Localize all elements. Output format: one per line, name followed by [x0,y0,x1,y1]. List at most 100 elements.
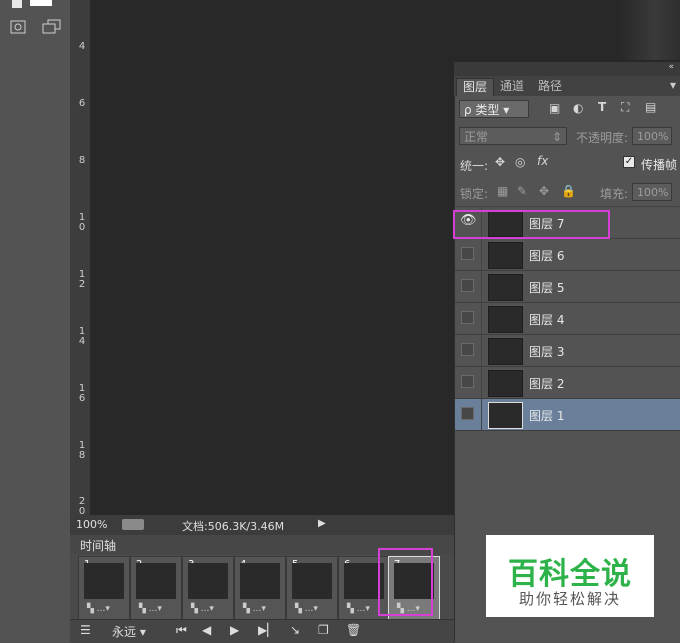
layer-name[interactable]: 图层 2 [529,375,564,392]
visibility-toggle[interactable] [461,279,474,292]
type-filter-icon[interactable]: T [598,100,606,114]
visibility-toggle[interactable] [461,343,474,356]
duplicate-frame-icon[interactable]: ❐ [318,623,329,637]
timeline-frame[interactable]: 5 ▚ ...▾ [286,556,338,620]
first-frame-icon[interactable]: ⏮ [176,623,187,638]
frame-delay[interactable]: ▚ ...▾ [243,604,266,614]
visibility-toggle[interactable] [461,407,474,420]
frame-delay[interactable]: ▚ ...▾ [87,604,110,614]
timeline-frame[interactable]: 3 ▚ ...▾ [182,556,234,620]
frame-delay[interactable]: ▚ ...▾ [347,604,370,614]
layer-divider [481,399,482,430]
layer-name[interactable]: 图层 5 [529,279,564,296]
visibility-toggle[interactable] [461,375,474,388]
frame-thumbnail [240,563,280,599]
layer-filter-row: ρ 类型 ▾ ▣ ◐ T ⛶ ▤ [455,96,680,125]
propagate-checkbox[interactable]: ✓ [623,156,635,168]
shape-filter-icon[interactable]: ⛶ [621,100,629,115]
fill-input[interactable]: 100% [632,183,672,201]
pixel-filter-icon[interactable]: ▣ [549,101,560,115]
foreground-color-swatch[interactable] [12,0,22,8]
frame-delay[interactable]: ▚ ...▾ [295,604,318,614]
previous-frame-icon[interactable]: ◀ [202,623,211,637]
tab-paths[interactable]: 路径 [532,78,568,95]
unify-position-icon[interactable]: ✥ [495,155,505,169]
panel-menu-icon[interactable]: ▾ [670,78,676,92]
play-icon[interactable]: ▶ [230,623,239,637]
fill-label: 填充: [600,187,629,201]
timeline-frame[interactable]: 1 ▚ ...▾ [78,556,130,620]
opacity-input[interactable]: 100% [632,127,672,145]
lock-image-icon[interactable]: ✎ [517,184,527,198]
ruler-label: 1 6 [78,383,86,404]
ruler-label: 4 [78,41,86,52]
timeline-title[interactable]: 时间轴 [80,537,116,554]
smart-object-filter-icon[interactable]: ▤ [645,100,656,114]
quick-mask-icon[interactable] [10,20,26,34]
tab-channels[interactable]: 通道 [494,78,530,95]
layer-row[interactable]: 图层 2 [455,367,680,399]
layer-name[interactable]: 图层 6 [529,247,564,264]
unify-label: 统一: [460,159,489,173]
blend-mode-select[interactable]: 正常 ⇕ [459,127,567,145]
timeline-frame[interactable]: 4 ▚ ...▾ [234,556,286,620]
ruler-label: 1 2 [78,269,86,290]
status-options-icon[interactable] [122,519,144,530]
layer-row[interactable]: 图层 3 [455,335,680,367]
tab-layers[interactable]: 图层 [456,78,495,96]
lock-all-icon[interactable]: 🔒 [561,184,576,198]
layer-row-selected[interactable]: 图层 1 [455,399,680,431]
layer-divider [481,239,482,270]
watermark-title: 百科全说 [508,557,632,592]
panel-collapse-bar: « [454,62,680,76]
panel-tabs: 图层 通道 路径 ▾ [454,76,680,96]
unify-style-icon[interactable]: fx [537,154,548,168]
layer-name[interactable]: 图层 3 [529,343,564,360]
layer-thumbnail [488,306,523,333]
ruler-label: 1 4 [78,326,86,347]
lock-row: 锁定: ▦ ✎ ✥ 🔒 填充: 100% [455,178,680,207]
visibility-toggle[interactable] [461,311,474,324]
loop-select[interactable]: 永远 ▾ [112,623,146,640]
tween-icon[interactable]: ↘ [290,623,300,637]
status-menu-arrow-icon[interactable]: ▶ [318,518,326,529]
adjustment-filter-icon[interactable]: ◐ [573,101,583,115]
frame-thumbnail [84,563,124,599]
lock-position-icon[interactable]: ✥ [539,184,549,198]
watermark-subtitle: 助你轻松解决 [518,590,621,608]
visibility-toggle[interactable] [461,247,474,260]
background-color-swatch[interactable] [30,0,52,6]
layer-divider [481,303,482,334]
layer-thumbnail [488,242,523,269]
vertical-ruler: 4 6 8 1 0 1 2 1 4 1 6 1 8 2 0 [70,0,91,517]
ruler-label: 2 0 [78,496,86,517]
layer-row[interactable]: 图层 4 [455,303,680,335]
tools-panel [0,0,70,642]
timeline-controls: ☰ 永远 ▾ ⏮ ◀ ▶ ▶▏ ↘ ❐ 🗑 [70,619,455,643]
convert-timeline-icon[interactable]: ☰ [80,623,91,637]
canvas-image-edge [619,0,680,60]
unify-visibility-icon[interactable]: ◎ [515,155,525,169]
layer-name[interactable]: 图层 1 [529,407,564,424]
frame-thumbnail [188,563,228,599]
next-frame-icon[interactable]: ▶▏ [258,623,276,637]
timeline-frame[interactable]: 2 ▚ ...▾ [130,556,182,620]
blend-row: 正常 ⇕ 不透明度: 100% [455,124,680,151]
layer-row[interactable]: 图层 5 [455,271,680,303]
delete-frame-icon[interactable]: 🗑 [346,623,361,637]
layer-name[interactable]: 图层 4 [529,311,564,328]
frame-delay[interactable]: ▚ ...▾ [191,604,214,614]
ruler-label: 1 8 [78,440,86,461]
lock-transparent-icon[interactable]: ▦ [497,184,508,198]
layer-divider [481,335,482,366]
filter-type-select[interactable]: ρ 类型 ▾ [459,100,529,118]
collapse-icon[interactable]: « [668,62,674,72]
layer-7-highlight [453,210,610,239]
zoom-level[interactable]: 100% [76,518,107,531]
layer-thumbnail [488,338,523,365]
lock-label: 锁定: [460,187,489,201]
layer-row[interactable]: 图层 6 [455,239,680,271]
layer-thumbnail [488,370,523,397]
frame-delay[interactable]: ▚ ...▾ [139,604,162,614]
screen-mode-icon[interactable] [42,19,62,35]
